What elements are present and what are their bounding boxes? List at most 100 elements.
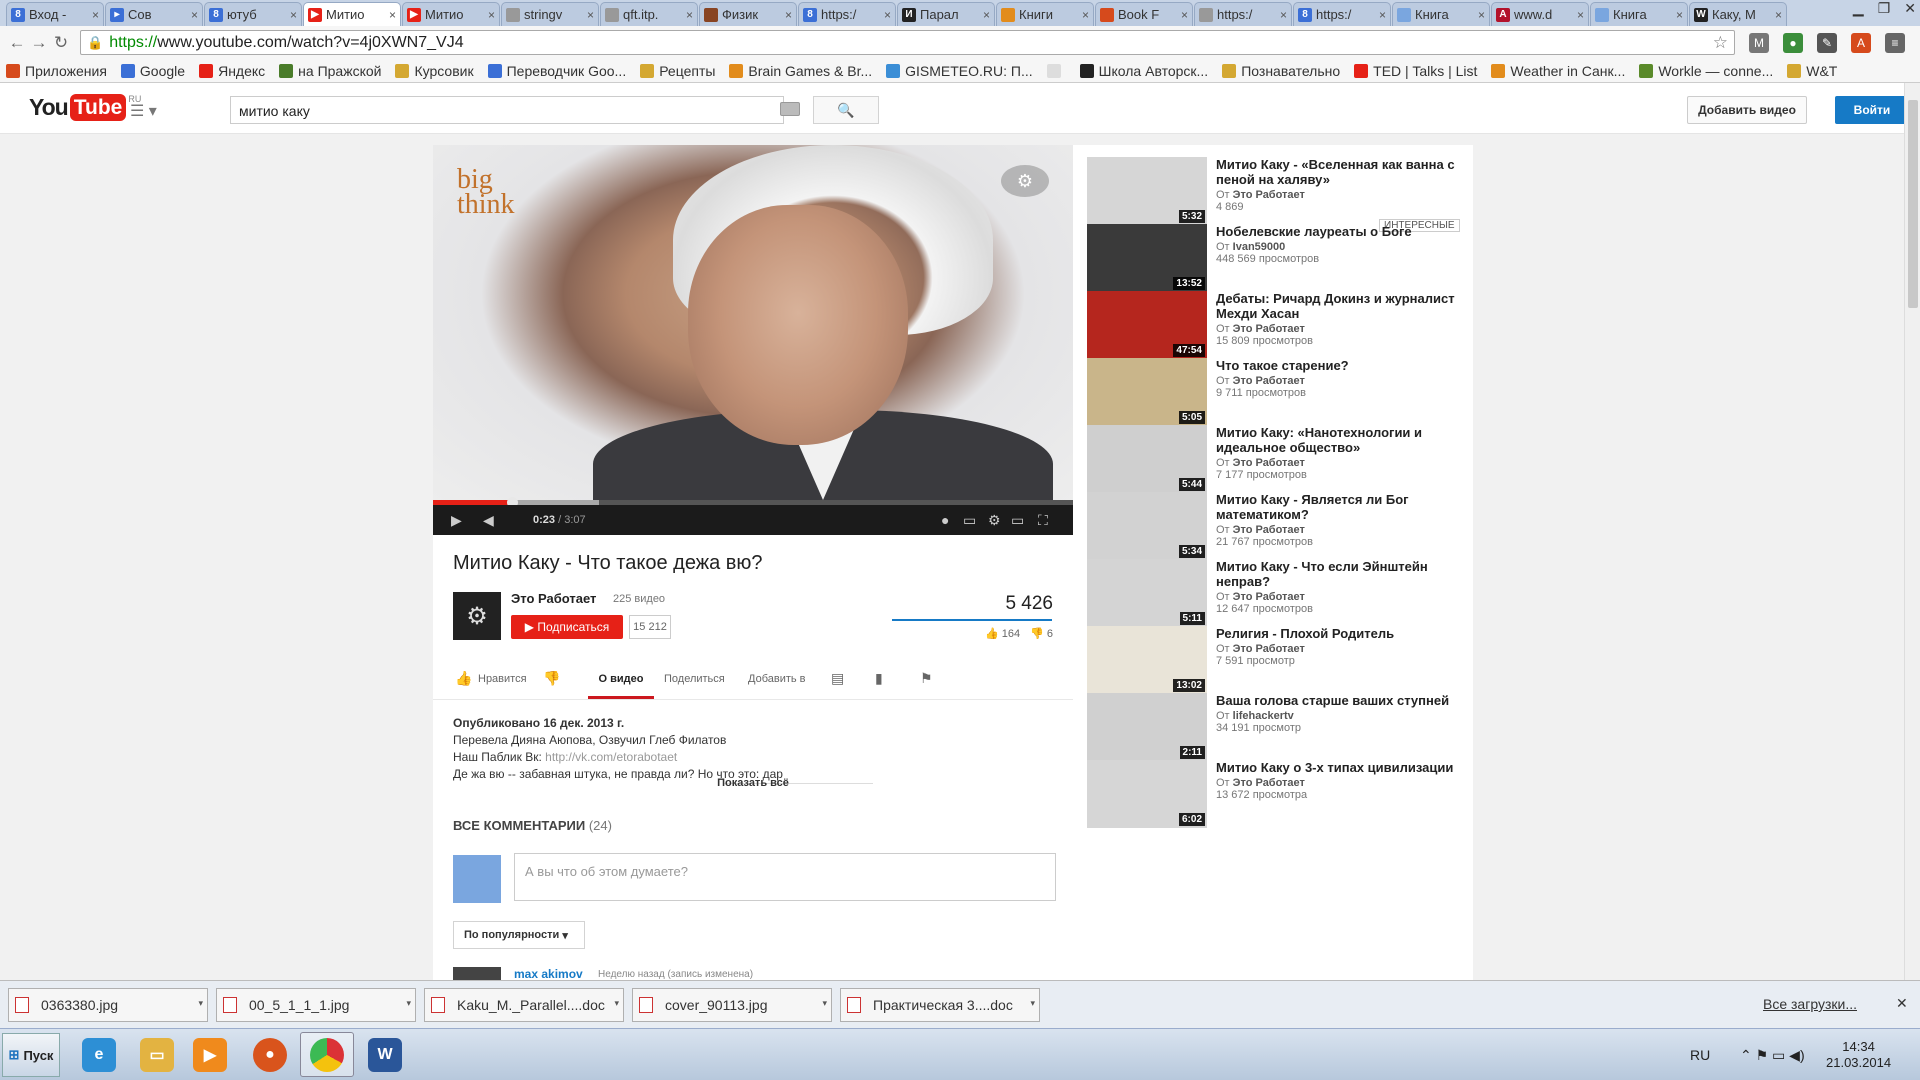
related-video-item[interactable]: 6:02 Митио Каку о 3-х типах цивилизации От… (1087, 760, 1467, 835)
bookmark-item[interactable]: на Пражской (279, 63, 381, 79)
menu-icon[interactable]: ≡ (1885, 32, 1905, 53)
related-video-item[interactable]: 5:32 Митио Каку - «Вселенная как ванна с … (1087, 157, 1467, 232)
browser-tab[interactable]: Книга × (1590, 2, 1688, 26)
taskbar-media[interactable]: ▶ (183, 1032, 237, 1077)
theater-mode-icon[interactable]: ▭ (1011, 512, 1024, 529)
youtube-logo[interactable]: You Tube RU (29, 94, 141, 121)
scrollbar-thumb[interactable] (1908, 100, 1918, 308)
browser-tab[interactable]: stringv × (501, 2, 599, 26)
taskbar-explorer[interactable]: ▭ (130, 1032, 184, 1077)
signin-button[interactable]: Войти (1835, 96, 1909, 124)
browser-tab[interactable]: ▶ Митио × (402, 2, 500, 26)
browser-tab[interactable]: 8 ютуб × (204, 2, 302, 26)
like-icon[interactable]: 👍 (455, 670, 472, 687)
bookmark-item[interactable]: Google (120, 63, 185, 79)
guide-menu-icon[interactable]: ☰ ▾ (130, 101, 157, 121)
tab-close-icon[interactable]: × (191, 8, 198, 22)
tab-close-icon[interactable]: × (1775, 8, 1782, 22)
tab-close-icon[interactable]: × (686, 8, 693, 22)
tab-close-icon[interactable]: × (884, 8, 891, 22)
related-video-item[interactable]: 13:02 Религия - Плохой Родитель От Это Раб… (1087, 626, 1467, 701)
show-more-button[interactable]: Показать всё (453, 777, 1053, 789)
annotations-icon[interactable]: ● (941, 512, 949, 528)
bookmark-item[interactable]: Brain Games & Br... (729, 63, 872, 79)
channel-name[interactable]: Это Работает (511, 591, 596, 606)
related-video-thumbnail[interactable]: 13:52 (1087, 224, 1207, 292)
bookmark-item[interactable]: Переводчик Goo... (487, 63, 626, 79)
start-button[interactable]: ⊞ Пуск (2, 1033, 60, 1077)
comment-input[interactable]: А вы что об этом думаете? (514, 853, 1056, 901)
browser-tab[interactable]: И Парал × (897, 2, 995, 26)
mail-extension-icon[interactable]: M (1749, 32, 1769, 53)
related-video-item[interactable]: 5:44 Митио Каку: «Нанотехнологии и идеаль… (1087, 425, 1467, 500)
browser-tab[interactable]: Книги × (996, 2, 1094, 26)
related-video-title[interactable]: Ваша голова старше ваших ступней (1216, 693, 1466, 708)
browser-tab[interactable]: 8 https:/ × (798, 2, 896, 26)
tab-add-to[interactable]: Добавить в (748, 673, 806, 685)
fullscreen-icon[interactable]: ⛶ (1038, 512, 1048, 529)
related-video-title[interactable]: Митио Каку о 3-х типах цивилизации (1216, 760, 1466, 775)
browser-tab[interactable]: W Каку, М × (1689, 2, 1787, 26)
browser-tab[interactable]: Физик × (699, 2, 797, 26)
related-video-thumbnail[interactable]: 6:02 (1087, 760, 1207, 828)
taskbar-word[interactable]: W (358, 1032, 412, 1077)
browser-tab[interactable]: Awww.d × (1491, 2, 1589, 26)
related-video-item[interactable]: 2:11 Ваша голова старше ваших ступней От l… (1087, 693, 1467, 768)
flag-icon[interactable]: ⚑ (920, 670, 933, 687)
bookmark-item[interactable]: Школа Авторск... (1079, 63, 1208, 79)
all-downloads-link[interactable]: Все загрузки... (1763, 996, 1857, 1012)
vk-link[interactable]: http://vk.com/etorabotaet (545, 750, 677, 764)
captions-icon[interactable]: ▭ (963, 512, 976, 529)
tab-close-icon[interactable]: × (983, 8, 990, 22)
commenter-avatar[interactable] (453, 967, 501, 981)
bookmark-item[interactable]: Познавательно (1222, 63, 1340, 79)
search-input[interactable]: митио каку (230, 96, 784, 124)
tab-close-icon[interactable]: × (92, 8, 99, 22)
related-video-item[interactable]: 5:34 Митио Каку - Является ли Бог математ… (1087, 492, 1467, 567)
restore-icon[interactable]: ❐ (1878, 0, 1891, 17)
tab-close-icon[interactable]: × (1478, 8, 1485, 22)
tab-close-icon[interactable]: × (1082, 8, 1089, 22)
taskbar-chrome[interactable] (300, 1032, 354, 1077)
page-scrollbar[interactable] (1904, 83, 1920, 980)
tab-close-icon[interactable]: × (1379, 8, 1386, 22)
related-video-item[interactable]: 13:52 Нобелевские лауреаты о Боге От Ivan5… (1087, 224, 1467, 299)
system-clock[interactable]: 14:34 21.03.2014 (1826, 1039, 1891, 1071)
browser-tab[interactable]: 8 Вход - × (6, 2, 104, 26)
related-video-title[interactable]: Что такое старение? (1216, 358, 1466, 373)
tray-icons[interactable]: ⌃ ⚑ ▭ ◀) (1740, 1047, 1805, 1064)
close-download-bar-icon[interactable]: ✕ (1896, 995, 1908, 1012)
download-menu-icon[interactable]: ▾ (822, 998, 827, 1009)
keyboard-icon[interactable] (780, 102, 800, 116)
pen-extension-icon[interactable]: ✎ (1817, 32, 1837, 53)
browser-tab[interactable]: Книга × (1392, 2, 1490, 26)
search-button[interactable]: 🔍 (813, 96, 879, 124)
tab-close-icon[interactable]: × (587, 8, 594, 22)
related-video-thumbnail[interactable]: 5:05 (1087, 358, 1207, 426)
tab-close-icon[interactable]: × (1181, 8, 1188, 22)
upload-button[interactable]: Добавить видео (1687, 96, 1807, 124)
download-item[interactable]: Kaku_M._Parallel....doc ▾ (424, 987, 624, 1022)
browser-tab[interactable]: ▶ Митио × (303, 2, 401, 26)
tab-close-icon[interactable]: × (488, 8, 495, 22)
commenter-name[interactable]: max akimov (514, 967, 583, 981)
bookmark-item[interactable]: Яндекс (199, 63, 265, 79)
tab-close-icon[interactable]: × (1676, 8, 1683, 22)
related-video-thumbnail[interactable]: 5:34 (1087, 492, 1207, 560)
subscribe-button[interactable]: ▶ Подписаться (511, 615, 623, 639)
back-icon[interactable]: ← (6, 33, 28, 53)
bookmark-item[interactable]: W&T (1787, 63, 1837, 79)
tab-close-icon[interactable]: × (1280, 8, 1287, 22)
settings-gear-icon[interactable]: ⚙ (988, 512, 1001, 529)
related-video-thumbnail[interactable]: 47:54 (1087, 291, 1207, 359)
download-menu-icon[interactable]: ▾ (198, 998, 203, 1009)
stats-icon[interactable]: ▮ (875, 670, 883, 687)
reload-icon[interactable]: ↻ (50, 33, 72, 53)
bookmark-item[interactable]: Курсовик (395, 63, 474, 79)
related-video-title[interactable]: Дебаты: Ричард Докинз и журналист Мехди … (1216, 291, 1466, 321)
taskbar-firefox[interactable]: ● (243, 1032, 297, 1077)
related-video-thumbnail[interactable]: 2:11 (1087, 693, 1207, 761)
browser-tab[interactable]: Book F × (1095, 2, 1193, 26)
play-icon[interactable]: ▶ (451, 512, 462, 529)
browser-tab[interactable]: qft.itp. × (600, 2, 698, 26)
